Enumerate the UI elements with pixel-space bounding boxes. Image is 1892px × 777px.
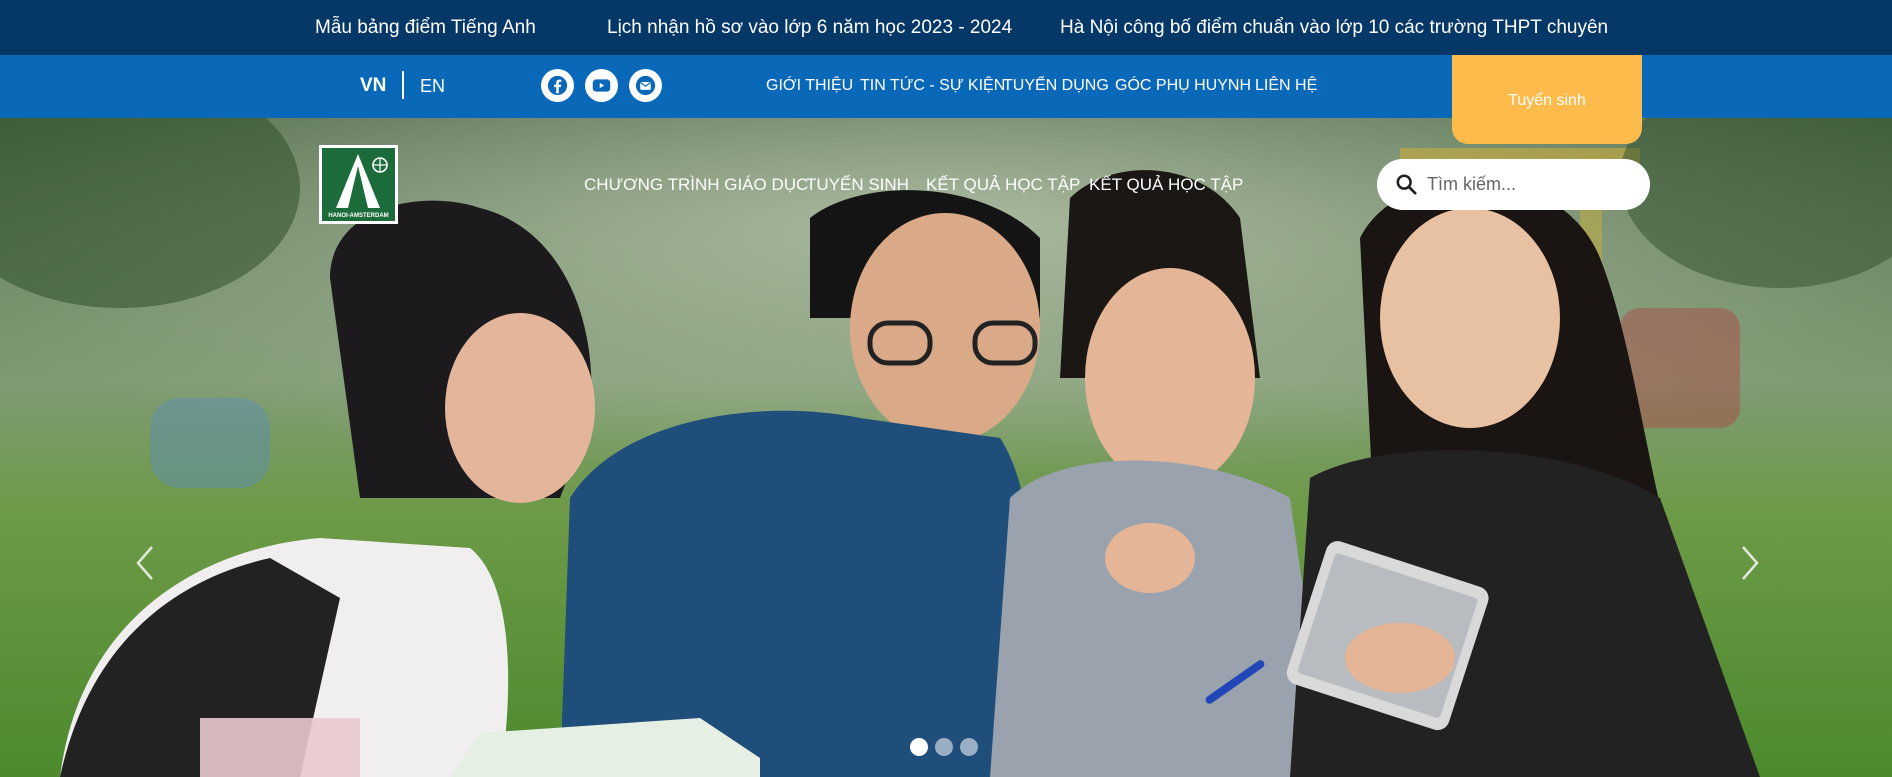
- envelope-icon[interactable]: [629, 69, 662, 102]
- top-nav-lien-he[interactable]: LIÊN HỆ: [1255, 77, 1317, 95]
- top-nav-goc-phu-huynh[interactable]: GÓC PHỤ HUYNH: [1115, 77, 1251, 95]
- youtube-icon[interactable]: [585, 69, 618, 102]
- lang-divider: [402, 71, 404, 99]
- slider-dot-1[interactable]: [910, 738, 928, 756]
- svg-text:HANOI-AMSTERDAM: HANOI-AMSTERDAM: [328, 213, 388, 219]
- admission-button[interactable]: Tuyển sinh: [1452, 55, 1642, 144]
- search-box: [1377, 159, 1650, 210]
- hero-image: [0, 118, 1892, 777]
- search-icon[interactable]: [1395, 173, 1417, 195]
- slider-dot-3[interactable]: [960, 738, 978, 756]
- slider-dot-2[interactable]: [935, 738, 953, 756]
- search-input[interactable]: [1427, 169, 1627, 200]
- ticker-item[interactable]: Lịch nhận hồ sơ vào lớp 6 năm học 2023 -…: [607, 17, 1012, 39]
- top-nav-tuyen-dung[interactable]: TUYỂN DỤNG: [1003, 77, 1109, 95]
- main-nav-ket-qua-1[interactable]: KẾT QUẢ HỌC TẬP: [926, 175, 1080, 195]
- news-ticker: Mẫu bảng điểm Tiếng Anh Lịch nhận hồ sơ …: [0, 0, 1892, 55]
- ticker-item[interactable]: Mẫu bảng điểm Tiếng Anh: [315, 17, 536, 39]
- logo-emblem: HANOI-AMSTERDAM: [322, 148, 395, 221]
- ticker-item[interactable]: Hà Nội công bố điểm chuẩn vào lớp 10 các…: [1060, 17, 1608, 39]
- top-nav-tin-tuc[interactable]: TIN TỨC - SỰ KIỆN: [860, 77, 1005, 95]
- facebook-icon[interactable]: [541, 69, 574, 102]
- slider-next-arrow[interactable]: [1735, 543, 1765, 583]
- slider-prev-arrow[interactable]: [130, 543, 160, 583]
- main-nav-tuyen-sinh[interactable]: TUYỂN SINH: [806, 175, 909, 195]
- lang-en-link[interactable]: EN: [420, 76, 445, 97]
- hero-slider: [0, 118, 1892, 777]
- slider-pagination: [910, 738, 978, 756]
- school-logo[interactable]: HANOI-AMSTERDAM: [319, 145, 398, 224]
- main-nav-chuong-trinh[interactable]: CHƯƠNG TRÌNH GIÁO DỤC: [584, 175, 808, 195]
- main-nav-ket-qua-2[interactable]: KẾT QUẢ HỌC TẬP: [1089, 175, 1243, 195]
- lang-vn-link[interactable]: VN: [360, 75, 386, 97]
- top-nav-gioi-thieu[interactable]: GIỚI THIỆU: [766, 77, 853, 95]
